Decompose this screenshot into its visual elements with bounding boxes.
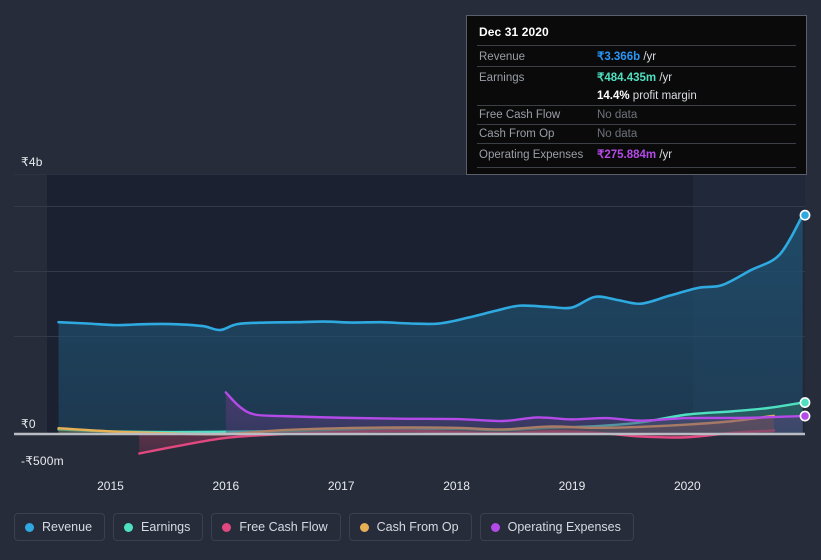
legend-label: Free Cash Flow	[239, 519, 328, 534]
dot-icon	[25, 522, 34, 532]
end-marker-revenue[interactable]	[799, 209, 811, 221]
dot-icon	[490, 522, 500, 532]
tooltip-row-key: Revenue	[479, 51, 526, 63]
tooltip-bottom-divider	[477, 167, 796, 168]
tooltip-row-earnings: Earnings ₹484.435m /yr	[477, 66, 796, 87]
tooltip-unit: profit margin	[629, 90, 697, 102]
tooltip-row-free-cash-flow: Free Cash Flow No data	[477, 105, 796, 124]
x-axis-tick-2019: 2019	[558, 479, 586, 493]
tooltip-row-key: Earnings	[479, 72, 525, 84]
tooltip-row-value: ₹484.435m /yr	[597, 70, 672, 84]
legend-item-operating-expenses[interactable]: Operating Expenses	[479, 513, 634, 541]
tooltip-amount: ₹3.366b	[597, 51, 641, 63]
dot-icon	[359, 522, 369, 532]
tooltip-row-revenue: Revenue ₹3.366b /yr	[477, 45, 796, 66]
tooltip-unit: /yr	[656, 72, 673, 84]
chart-svg	[0, 174, 821, 474]
legend-item-earnings[interactable]: Earnings	[113, 513, 204, 541]
tooltip-date-title: Dec 31 2020	[479, 25, 549, 39]
tooltip-row-key: Free Cash Flow	[479, 109, 561, 121]
tooltip-amount: 14.4%	[597, 90, 630, 102]
tooltip-row-value: 14.4% profit margin	[597, 90, 697, 102]
y-axis-label-zero: ₹0	[21, 417, 40, 431]
tooltip-row-profit-margin: 14.4% profit margin	[477, 87, 796, 105]
tooltip-no-data: No data	[597, 128, 638, 140]
legend-item-cash-from-op[interactable]: Cash From Op	[348, 513, 472, 541]
tooltip-no-data: No data	[597, 109, 638, 121]
tooltip-row-value: ₹275.884m /yr	[597, 147, 672, 161]
tooltip-unit: /yr	[640, 51, 657, 63]
legend-item-revenue[interactable]: Revenue	[14, 513, 106, 541]
tooltip-amount: ₹275.884m	[597, 149, 657, 161]
x-axis-tick-2018: 2018	[443, 479, 470, 493]
tooltip-row-operating-expenses: Operating Expenses ₹275.884m /yr	[477, 143, 796, 164]
legend-label: Revenue	[42, 519, 93, 534]
chart-plot-area[interactable]	[0, 174, 821, 474]
chart-tooltip: Dec 31 2020 Revenue ₹3.366b /yr Earnings ₹4…	[466, 15, 807, 175]
tooltip-row-key: Cash From Op	[479, 128, 555, 140]
y-axis-label-top: ₹4b	[21, 155, 47, 169]
y-axis-label-bottom: -₹500m	[21, 454, 68, 468]
legend-label: Cash From Op	[376, 519, 459, 534]
x-axis: 2015 2016 2017 2018 2019 2020	[0, 472, 821, 500]
tooltip-row-cash-from-op: Cash From Op No data	[477, 124, 796, 143]
legend-item-free-cash-flow[interactable]: Free Cash Flow	[211, 513, 341, 541]
tooltip-row-key: Operating Expenses	[479, 149, 584, 161]
legend-label: Operating Expenses	[507, 519, 621, 534]
x-axis-tick-2017: 2017	[327, 479, 355, 493]
x-axis-tick-2016: 2016	[212, 479, 240, 493]
dot-icon	[222, 522, 232, 532]
chart-legend: Revenue Earnings Free Cash Flow Cash From O…	[14, 513, 634, 541]
tooltip-row-value: No data	[597, 128, 637, 140]
legend-label: Earnings	[141, 519, 191, 534]
tooltip-rows: Revenue ₹3.366b /yr Earnings ₹484.435m /yr 1…	[477, 45, 796, 164]
x-axis-tick-2020: 2020	[673, 479, 701, 493]
tooltip-unit: /yr	[656, 149, 673, 161]
tooltip-amount: ₹484.435m	[597, 72, 657, 84]
x-axis-tick-2015: 2015	[97, 479, 124, 493]
tooltip-row-value: No data	[597, 109, 637, 121]
tooltip-row-value: ₹3.366b /yr	[597, 49, 656, 63]
end-marker-operating-expenses[interactable]	[799, 410, 811, 422]
financial-chart-widget: ₹4b ₹0 -₹500m 2015 2016 2017 2018 2019 2020 R…	[0, 0, 821, 560]
dot-icon	[124, 522, 134, 532]
end-marker-earnings[interactable]	[799, 397, 811, 408]
